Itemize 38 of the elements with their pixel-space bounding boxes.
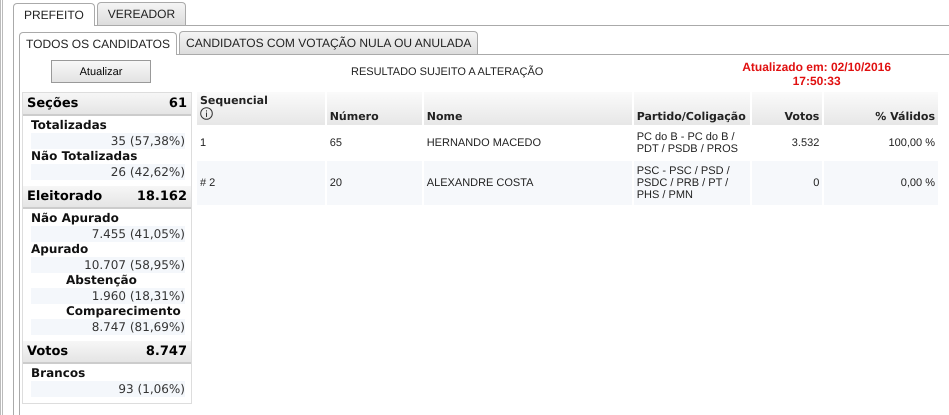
column-header: Nome — [424, 92, 632, 125]
summary-value: 8.747 (81,69%) — [31, 319, 185, 335]
tab[interactable]: VEREADOR — [96, 2, 186, 25]
table-cell: 0 — [752, 161, 822, 205]
summary-label: Não Apurado — [31, 211, 119, 226]
refresh-button[interactable]: Atualizar — [51, 60, 151, 83]
column-header: Votos — [752, 92, 822, 125]
column-header: % Válidos — [824, 92, 938, 125]
summary-label: Abstenção — [66, 273, 137, 288]
table-cell: 0,00 % — [824, 161, 938, 205]
tab[interactable]: PREFEITO — [13, 3, 95, 26]
column-header: Partido/Coligação — [634, 92, 750, 125]
summary-value: 10.707 (58,95%) — [31, 257, 185, 273]
summary-value: 26 (42,62%) — [31, 164, 185, 180]
summary-value: 1.960 (18,31%) — [31, 288, 185, 304]
table-cell: ALEXANDRE COSTA — [424, 161, 632, 205]
table-cell: PSC - PSC / PSD / PSDC / PRB / PT / PHS / PMN — [634, 161, 750, 205]
column-header: Sequencial — [197, 92, 325, 125]
info-icon[interactable] — [200, 107, 213, 120]
summary-header: Votos 8.747 — [23, 341, 191, 364]
tab[interactable]: CANDIDATOS COM VOTAÇÃO NULA OU ANULADA — [179, 31, 478, 54]
summary-header: Eleitorado 18.162 — [23, 186, 191, 209]
notice-text: RESULTADO SUJEITO A ALTERAÇÃO — [351, 66, 544, 78]
updated-text: 17:50:33 — [792, 74, 841, 88]
summary-value: 93 (1,06%) — [31, 381, 185, 397]
summary-value: 7.455 (41,05%) — [31, 226, 185, 242]
summary-label: Brancos — [31, 366, 86, 381]
summary-label: Não Totalizadas — [31, 149, 138, 164]
summary-label: Totalizadas — [31, 118, 107, 133]
summary-label: Apurado — [31, 242, 88, 257]
updated-text: Atualizado em: 02/10/2016 — [742, 60, 891, 74]
summary-value: 35 (57,38%) — [31, 133, 185, 149]
table-cell: # 2 — [197, 161, 325, 205]
table-cell: 20 — [326, 161, 422, 205]
summary-label: Comparecimento — [66, 304, 181, 319]
tab[interactable]: TODOS OS CANDIDATOS — [19, 32, 178, 55]
summary-header: Seções 61 — [23, 93, 191, 116]
column-header: Número — [326, 92, 422, 125]
